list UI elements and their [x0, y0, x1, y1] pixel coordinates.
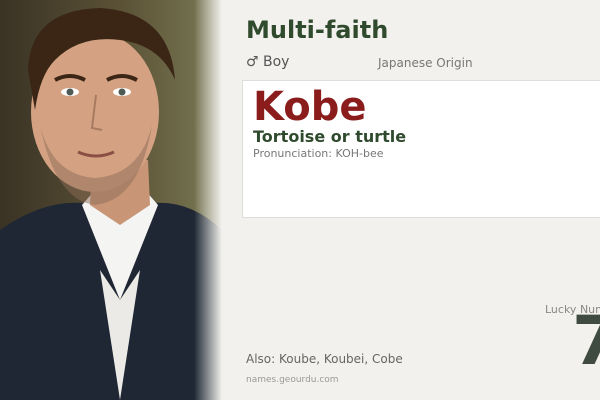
pronunciation: Pronunciation: KOH-bee: [253, 147, 384, 160]
site-watermark: names.geourdu.com: [246, 375, 339, 385]
page-title: Multi-faith: [246, 16, 389, 44]
baby-name: Kobe: [253, 84, 367, 130]
origin-label: Japanese Origin: [378, 56, 473, 70]
portrait-illustration: [0, 8, 222, 400]
lucky-number: 7: [572, 302, 600, 381]
name-meaning: Tortoise or turtle: [253, 127, 407, 146]
gender-label: ♂ Boy: [246, 54, 290, 70]
name-card: Kobe Tortoise or turtle Pronunciation: K…: [242, 80, 600, 218]
alternate-spellings: Also: Koube, Koubei, Cobe: [246, 352, 403, 366]
portrait-photo: [0, 0, 222, 400]
